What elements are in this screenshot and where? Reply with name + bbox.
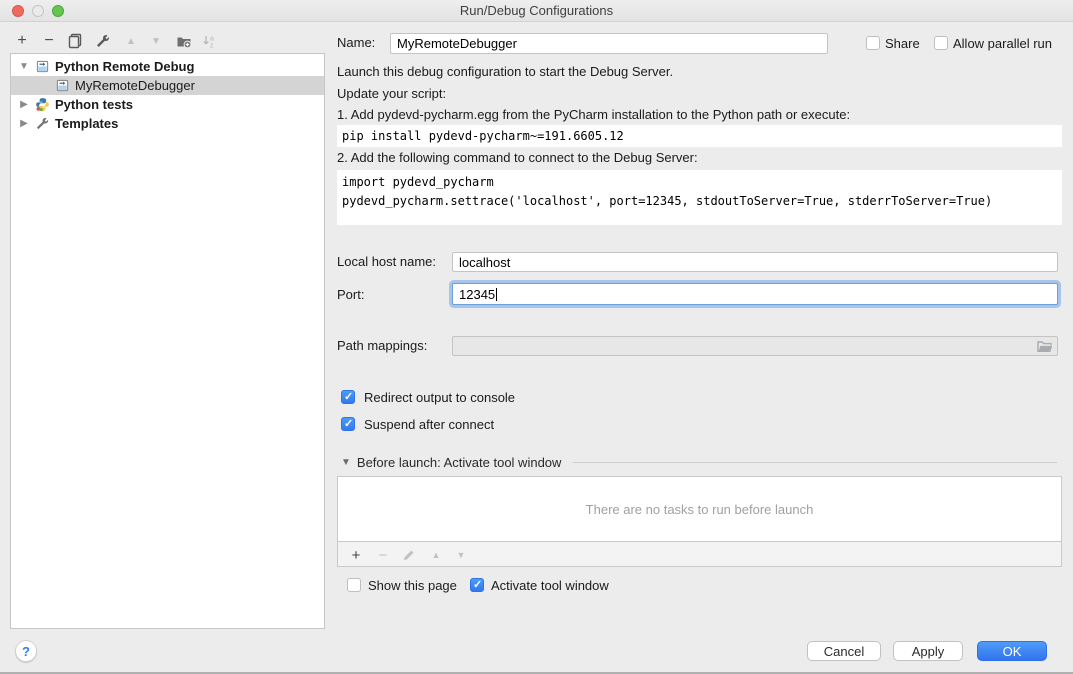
before-launch-toolbar: + − ▲ ▼ <box>337 541 1062 567</box>
separator-line <box>573 462 1057 463</box>
copy-configuration-button[interactable] <box>64 31 86 51</box>
description-step1: 1. Add pydevd-pycharm.egg from the PyCha… <box>337 107 850 122</box>
browse-folder-icon[interactable] <box>1037 340 1053 354</box>
edit-task-button[interactable] <box>399 545 419 565</box>
minus-icon: − <box>44 32 53 50</box>
show-this-page-label: Show this page <box>368 576 457 596</box>
chevron-down-icon: ▼ <box>341 457 351 468</box>
ok-button[interactable]: OK <box>977 641 1047 661</box>
description-step2: 2. Add the following command to connect … <box>337 150 698 165</box>
remove-configuration-button[interactable]: − <box>38 31 60 51</box>
port-input[interactable]: 12345 <box>452 283 1058 305</box>
pencil-icon <box>402 548 416 562</box>
no-tasks-message: There are no tasks to run before launch <box>586 502 814 517</box>
new-folder-icon <box>176 33 192 49</box>
tree-item-myremotedebugger[interactable]: MyRemoteDebugger <box>11 76 324 95</box>
apply-button[interactable]: Apply <box>893 641 963 661</box>
name-label: Name: <box>337 33 375 53</box>
edit-templates-button[interactable] <box>92 31 114 51</box>
svg-text:z: z <box>210 43 214 50</box>
window-title: Run/Debug Configurations <box>0 3 1073 18</box>
allow-parallel-run-label: Allow parallel run <box>953 34 1052 54</box>
move-task-down-button[interactable]: ▼ <box>451 545 471 565</box>
sort-configurations-button[interactable]: a z <box>198 31 220 51</box>
redirect-output-label: Redirect output to console <box>364 388 515 408</box>
settrace-code-line1: import pydevd_pycharm <box>342 173 1057 192</box>
chevron-down-icon[interactable]: ▼ <box>19 61 29 72</box>
create-folder-button[interactable] <box>173 31 195 51</box>
activate-tool-window-label: Activate tool window <box>491 576 609 596</box>
wrench-icon <box>95 33 111 49</box>
local-host-name-label: Local host name: <box>337 252 436 272</box>
before-launch-title: Before launch: Activate tool window <box>357 455 562 470</box>
triangle-up-icon: ▲ <box>432 550 441 560</box>
tree-item-label: MyRemoteDebugger <box>75 78 195 93</box>
suspend-after-connect-checkbox[interactable] <box>341 417 355 431</box>
chevron-right-icon[interactable]: ▶ <box>19 118 29 129</box>
tree-item-label: Python Remote Debug <box>55 59 194 74</box>
redirect-output-checkbox[interactable] <box>341 390 355 404</box>
allow-parallel-run-checkbox[interactable] <box>934 36 948 50</box>
move-up-button[interactable]: ▲ <box>120 31 142 51</box>
question-mark-icon: ? <box>22 644 30 659</box>
share-checkbox[interactable] <box>866 36 880 50</box>
configurations-tree: ▼ Python Remote Debug MyRe <box>10 53 325 629</box>
pip-install-code: pip install pydevd-pycharm~=191.6605.12 <box>337 125 1062 147</box>
tree-item-label: Python tests <box>55 97 133 112</box>
remote-debug-config-icon <box>34 59 50 75</box>
show-this-page-checkbox[interactable] <box>347 578 361 592</box>
port-label: Port: <box>337 285 364 305</box>
tree-item-label: Templates <box>55 116 118 131</box>
port-value: 12345 <box>459 287 495 302</box>
path-mappings-input[interactable] <box>452 336 1058 356</box>
titlebar: Run/Debug Configurations <box>0 0 1073 22</box>
svg-text:a: a <box>210 36 214 43</box>
tree-item-python-tests[interactable]: ▶ Python tests <box>11 95 324 114</box>
description-intro: Launch this debug configuration to start… <box>337 64 673 79</box>
tree-item-templates[interactable]: ▶ Templates <box>11 114 324 133</box>
remote-debug-config-icon <box>54 78 70 94</box>
triangle-up-icon: ▲ <box>126 36 136 47</box>
triangle-down-icon: ▼ <box>151 36 161 47</box>
settrace-code-line2: pydevd_pycharm.settrace('localhost', por… <box>342 192 1057 211</box>
triangle-down-icon: ▼ <box>457 550 466 560</box>
share-label: Share <box>885 34 920 54</box>
plus-icon: + <box>352 547 361 564</box>
before-launch-tasks-list[interactable]: There are no tasks to run before launch <box>337 476 1062 542</box>
chevron-right-icon[interactable]: ▶ <box>19 99 29 110</box>
help-button[interactable]: ? <box>15 640 37 662</box>
python-icon <box>34 97 50 113</box>
run-debug-configurations-dialog: Run/Debug Configurations + − ▲ ▼ a z ▼ <box>0 0 1073 674</box>
remove-task-button[interactable]: − <box>373 545 393 565</box>
plus-icon: + <box>17 32 26 50</box>
before-launch-header[interactable]: ▼ Before launch: Activate tool window <box>341 455 1057 470</box>
settrace-code: import pydevd_pycharm pydevd_pycharm.set… <box>337 170 1062 225</box>
copy-icon <box>67 33 83 49</box>
minus-icon: − <box>379 547 388 564</box>
path-mappings-label: Path mappings: <box>337 336 427 356</box>
move-task-up-button[interactable]: ▲ <box>426 545 446 565</box>
move-down-button[interactable]: ▼ <box>145 31 167 51</box>
tree-item-python-remote-debug[interactable]: ▼ Python Remote Debug <box>11 57 324 76</box>
sort-alpha-icon: a z <box>201 33 217 49</box>
suspend-after-connect-label: Suspend after connect <box>364 415 494 435</box>
description-update: Update your script: <box>337 86 446 101</box>
text-caret <box>496 288 497 301</box>
add-task-button[interactable]: + <box>346 545 366 565</box>
cancel-button[interactable]: Cancel <box>807 641 881 661</box>
wrench-icon <box>34 116 50 132</box>
local-host-name-input[interactable] <box>452 252 1058 272</box>
add-configuration-button[interactable]: + <box>11 31 33 51</box>
name-input[interactable] <box>390 33 828 54</box>
activate-tool-window-checkbox[interactable] <box>470 578 484 592</box>
